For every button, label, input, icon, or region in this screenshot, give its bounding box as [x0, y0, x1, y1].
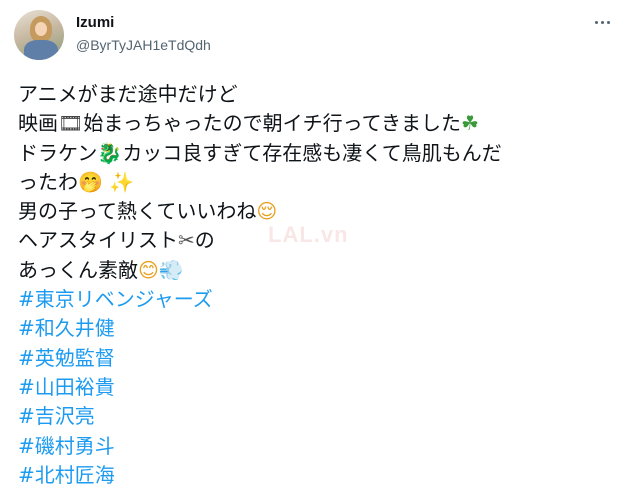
hashtag-link[interactable]: #吉沢亮: [18, 402, 618, 431]
tweet-line: アニメがまだ途中だけど: [18, 80, 618, 109]
hashtag-link[interactable]: #東京リベンジャーズ: [18, 285, 618, 314]
tweet-line-text: 映画: [18, 111, 58, 136]
tweet-line-text: あっくん素敵: [18, 257, 138, 282]
tweet-text: アニメがまだ途中だけど 映画🎞始まっちゃったので朝イチ行ってきました☘ ドラケン…: [18, 80, 618, 490]
tweet-line: ドラケン🐉カッコ良すぎて存在感も凄くて鳥肌もんだ: [18, 139, 618, 168]
tweet-line: ったわ🤭 ✨: [18, 168, 618, 197]
dash-icon: 💨: [158, 257, 184, 282]
tweet-line-text: ったわ: [18, 169, 78, 194]
tweet-line-text: カッコ良すぎて存在感も凄くて鳥肌もんだ: [122, 140, 502, 165]
dragon-icon: 🐉: [97, 140, 123, 165]
tweet-line: あっくん素敵😊💨: [18, 256, 618, 285]
hashtag-link[interactable]: #山田裕貴: [18, 373, 618, 402]
avatar[interactable]: [14, 10, 64, 60]
tweet-line-text: 男の子って熱くていいわね: [18, 199, 257, 224]
tweet-line: 映画🎞始まっちゃったので朝イチ行ってきました☘: [18, 109, 618, 138]
tweet-line-text: 始まっちゃったので朝イチ行ってきました: [83, 111, 461, 136]
hashtag-link[interactable]: #英勉監督: [18, 344, 618, 373]
hand-over-mouth-icon: 🤭: [78, 169, 103, 194]
shamrock-icon: ☘: [461, 111, 479, 136]
hashtag-link[interactable]: #磯村勇斗: [18, 432, 618, 461]
avatar-face: [35, 22, 47, 36]
tweet-line-text: アニメがまだ途中だけど: [18, 82, 238, 106]
relieved-face-icon: 😌: [256, 199, 278, 224]
scissors-icon: ✂: [178, 228, 195, 253]
display-name[interactable]: Izumi: [76, 14, 114, 31]
smiling-face-icon: 😊: [138, 257, 159, 282]
tweet-line-text: ヘアスタイリスト: [18, 228, 178, 253]
more-horizontal-icon[interactable]: [590, 14, 614, 30]
user-handle[interactable]: @ByrTyJAH1eTdQdh: [76, 37, 211, 53]
avatar-body: [24, 40, 58, 60]
hashtag-link[interactable]: #和久井健: [18, 314, 618, 343]
film-frames-icon: 🎞: [58, 111, 84, 136]
tweet-line-text: ドラケン: [18, 140, 98, 165]
watermark: LAL.vn: [268, 222, 349, 247]
tweet-line-text: の: [194, 228, 215, 253]
tweet-card: Izumi @ByrTyJAH1eTdQdh アニメがまだ途中だけど 映画🎞始ま…: [0, 0, 630, 487]
sparkles-icon: ✨: [109, 169, 135, 194]
